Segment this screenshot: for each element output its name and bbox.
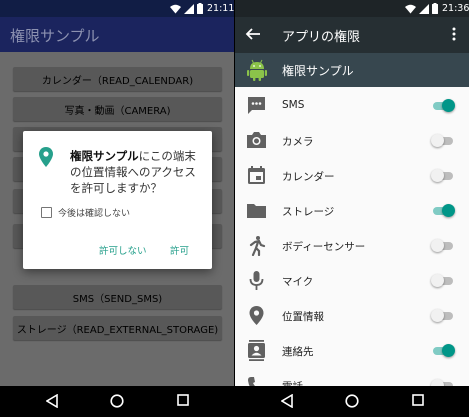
permission-row-storage[interactable]: ストレージ [235,193,469,228]
permission-label: カレンダー [282,171,335,183]
read-storage-button[interactable]: ストレージ（READ_EXTERNAL_STORAGE) [13,316,222,340]
permission-row-calendar[interactable]: カレンダー [235,158,469,193]
body-sensors-toggle[interactable] [431,239,455,252]
navigation-bar [235,386,469,417]
page-title: 権限サンプル [10,27,100,45]
permission-row-sms[interactable]: SMS [235,88,469,123]
mic-icon [249,271,264,290]
status-icons: 21:36 [405,3,469,14]
permission-label: ボディーセンサー [282,241,366,253]
permission-label: ストレージ [282,206,335,218]
permission-label: マイク [282,276,314,288]
recents-nav-icon[interactable] [412,394,424,406]
calendar-toggle[interactable] [431,169,455,182]
permission-label: カメラ [282,136,314,148]
signal-icon [419,3,429,14]
app-name: 権限サンプル [282,64,354,78]
battery-icon [197,3,203,14]
home-nav-icon[interactable] [110,394,124,408]
contacts-toggle[interactable] [431,344,455,357]
status-bar: 21:36 [235,0,469,17]
navigation-bar [0,386,234,417]
deny-button[interactable]: 許可しない [99,243,147,257]
permission-label: SMS [282,99,305,111]
back-nav-icon[interactable] [46,394,58,408]
app-header: 権限サンプル [235,53,469,87]
storage-toggle[interactable] [431,204,455,217]
body-sensor-icon [249,236,266,256]
signal-icon [184,3,194,14]
dont-ask-again-label: 今後は確認しない [58,209,131,219]
app-bar: 権限サンプル [0,17,234,52]
status-time: 21:36 [442,3,469,14]
right-phone-screen: 21:36 アプリの権限 権限サンプル SMS カメラ カレンダー ストレージ … [235,0,469,417]
send-sms-button[interactable]: SMS（SEND_SMS) [13,285,222,309]
sms-toggle[interactable] [431,99,455,112]
permission-row-contacts[interactable]: 連絡先 [235,333,469,368]
contacts-icon [248,340,265,361]
back-arrow-icon[interactable] [245,26,261,42]
read-calendar-button[interactable]: カレンダー（READ_CALENDAR) [13,67,222,91]
folder-icon [247,204,266,218]
app-bar: アプリの権限 [235,17,469,53]
dont-ask-again-row[interactable]: 今後は確認しない [41,206,130,219]
more-options-icon[interactable] [452,27,456,41]
dialog-app-name: 権限サンプル [70,149,139,163]
location-icon [39,147,53,167]
battery-icon [432,3,438,14]
permission-row-body-sensors[interactable]: ボディーセンサー [235,228,469,263]
android-app-icon [247,59,267,81]
location-toggle[interactable] [431,309,455,322]
allow-button[interactable]: 許可 [170,243,189,257]
home-nav-icon[interactable] [345,394,359,408]
permission-row-camera[interactable]: カメラ [235,123,469,158]
dont-ask-again-checkbox[interactable] [41,207,52,218]
status-bar: 21:11 [0,0,234,17]
recents-nav-icon[interactable] [177,394,189,406]
permission-label: 位置情報 [282,311,324,323]
status-time: 21:11 [207,3,234,14]
left-phone-screen: 21:11 権限サンプル カレンダー（READ_CALENDAR) 写真・動画（… [0,0,234,417]
camera-icon [247,132,266,148]
calendar-icon [248,166,265,184]
camera-toggle[interactable] [431,134,455,147]
permission-row-microphone[interactable]: マイク [235,263,469,298]
microphone-toggle[interactable] [431,274,455,287]
permission-row-location[interactable]: 位置情報 [235,298,469,333]
permission-dialog: 権限サンプルにこの端末の位置情報へのアクセスを許可しますか？ 今後は確認しない … [23,131,212,269]
wifi-icon [170,4,181,13]
back-nav-icon[interactable] [281,394,293,408]
permission-label: 連絡先 [282,346,314,358]
sms-icon [248,97,265,114]
wifi-icon [405,4,416,13]
page-title: アプリの権限 [282,30,361,45]
dialog-message: 権限サンプルにこの端末の位置情報へのアクセスを許可しますか？ [70,148,200,196]
status-icons: 21:11 [170,3,234,14]
location-icon [249,306,264,325]
camera-button[interactable]: 写真・動画（CAMERA) [13,97,222,121]
